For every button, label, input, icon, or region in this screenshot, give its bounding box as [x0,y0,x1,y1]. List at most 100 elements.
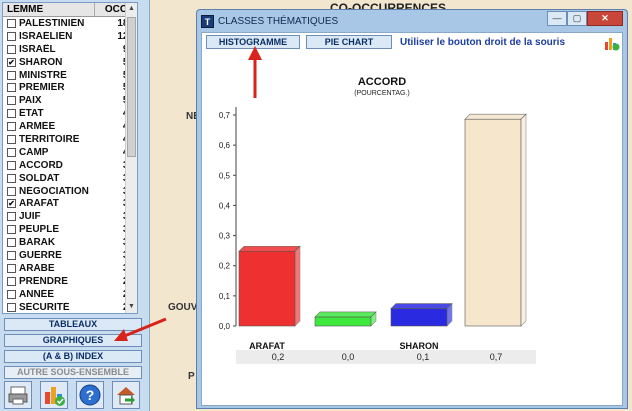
checkbox[interactable] [7,302,16,312]
pie-chart-button[interactable]: PIE CHART [306,35,392,49]
checkbox[interactable] [7,289,16,299]
y-tick-label: 0,7 [219,111,231,120]
bar[interactable] [464,113,527,327]
lemma-label: PREMIER [19,82,65,94]
list-item[interactable]: ACCORD39 [3,159,137,172]
lemma-label: ARAFAT [19,198,59,210]
bar[interactable] [314,311,377,327]
checkbox[interactable]: ✔ [7,199,16,209]
checkbox[interactable] [7,173,16,183]
checkbox[interactable] [7,134,16,144]
list-item[interactable]: BARAK31 [3,236,137,249]
list-item[interactable]: PAIX50 [3,94,137,107]
lemma-label: NÉGOCIATION [19,185,89,197]
list-item[interactable]: JUIF33 [3,210,137,223]
window-controls: — ▢ ✕ [547,11,623,26]
lemma-label: BARAK [19,237,56,249]
chart-options-icon[interactable] [604,35,620,51]
checkbox[interactable] [7,276,16,286]
list-item[interactable]: ÉTAT46 [3,107,137,120]
graphiques-button[interactable]: GRAPHIQUES [4,334,142,347]
bar[interactable] [238,245,301,327]
bar[interactable] [390,302,453,327]
vertical-scrollbar[interactable]: ▲ ▼ [125,3,137,313]
y-tick-label: 0,2 [219,262,231,271]
tableaux-button[interactable]: TABLEAUX [4,318,142,331]
list-item[interactable]: PREMIER54 [3,81,137,94]
list-item[interactable]: PEUPLE31 [3,223,137,236]
checkbox[interactable] [7,18,16,28]
checkbox[interactable]: ✔ [7,57,16,67]
index-button[interactable]: (A & B) INDEX [4,350,142,363]
list-item[interactable]: ANNÉE27 [3,288,137,301]
list-item[interactable]: PALESTINIEN187 [3,17,137,30]
hint-text: Utiliser le bouton droit de la souris [400,37,566,48]
classes-thematiques-window: T CLASSES THÉMATIQUES — ▢ ✕ HISTOGRAMME … [196,9,628,409]
window-title: CLASSES THÉMATIQUES [218,15,339,27]
list-item[interactable]: ARABE30 [3,262,137,275]
y-tick-label: 0,1 [219,292,231,301]
checkbox[interactable] [7,70,16,80]
list-item[interactable]: PRENDRE28 [3,275,137,288]
scroll-thumb[interactable] [127,17,136,157]
maximize-icon[interactable]: ▢ [567,11,587,26]
checkbox[interactable] [7,44,16,54]
checkbox[interactable] [7,238,16,248]
bars [238,113,527,327]
lemma-rows: PALESTINIEN187ISRAÉLIEN122ISRAËL92✔SHARO… [3,17,137,313]
lemma-label: PAIX [19,95,42,107]
data-value-label: 0,1 [416,352,430,362]
list-item[interactable]: GUERRE30 [3,249,137,262]
lemma-label: ANNÉE [19,288,55,300]
bar-chart-icon[interactable] [40,381,68,409]
left-panel: LEMME OCC PALESTINIEN187ISRAÉLIEN122ISRA… [0,0,150,411]
help-icon[interactable]: ? [76,381,104,409]
checkbox[interactable] [7,109,16,119]
list-item[interactable]: NÉGOCIATION35 [3,185,137,198]
checkbox[interactable] [7,96,16,106]
histogramme-button[interactable]: HISTOGRAMME [206,35,300,49]
y-tick-label: 0,4 [219,201,231,210]
bar-chart: ACCORD (POURCENTAG.) 0,00,10,20,30,40,50… [219,76,527,362]
y-tick-label: 0,3 [219,232,231,241]
list-item[interactable]: ✔SHARON55 [3,56,137,69]
checkbox[interactable] [7,186,16,196]
background-label: GOUV [168,302,198,313]
list-item[interactable]: CAMP40 [3,146,137,159]
checkbox[interactable] [7,263,16,273]
close-icon[interactable]: ✕ [587,11,623,26]
checkbox[interactable] [7,225,16,235]
list-item[interactable]: MINISTRE54 [3,69,137,82]
minimize-icon[interactable]: — [547,11,567,26]
list-item[interactable]: ISRAÉLIEN122 [3,30,137,43]
home-exit-icon[interactable] [112,381,140,409]
list-item[interactable]: SOLDAT39 [3,172,137,185]
lemma-label: CAMP [19,146,49,158]
window-titlebar[interactable]: T CLASSES THÉMATIQUES — ▢ ✕ [197,10,627,32]
lemma-label: TERRITOIRE [19,133,80,145]
checkbox[interactable] [7,160,16,170]
lemma-label: ARMÉE [19,121,56,133]
scroll-up-icon[interactable]: ▲ [126,3,137,15]
y-tick-label: 0,0 [219,322,231,331]
lemma-list[interactable]: LEMME OCC PALESTINIEN187ISRAÉLIEN122ISRA… [2,2,138,314]
list-item[interactable]: ISRAËL92 [3,43,137,56]
autre-sous-ensemble-button[interactable]: AUTRE SOUS-ENSEMBLE [4,366,142,379]
scroll-down-icon[interactable]: ▼ [126,301,137,313]
checkbox[interactable] [7,250,16,260]
print-icon[interactable] [4,381,32,409]
list-item[interactable]: ✔ARAFAT33 [3,197,137,210]
list-item[interactable]: SÉCURITÉ27 [3,301,137,313]
column-header-lemme[interactable]: LEMME [3,3,95,16]
list-item[interactable]: TERRITOIRE41 [3,133,137,146]
y-axis: 0,0 0,1 0,2 0,3 0,4 0,5 0,6 0,7 [219,107,237,331]
checkbox[interactable] [7,212,16,222]
list-item[interactable]: ARMÉE42 [3,120,137,133]
checkbox[interactable] [7,147,16,157]
lemma-label: ARABE [19,262,55,274]
checkbox[interactable] [7,83,16,93]
checkbox[interactable] [7,31,16,41]
lemma-label: JUIF [19,211,41,223]
checkbox[interactable] [7,122,16,132]
lemma-label: PEUPLE [19,224,60,236]
